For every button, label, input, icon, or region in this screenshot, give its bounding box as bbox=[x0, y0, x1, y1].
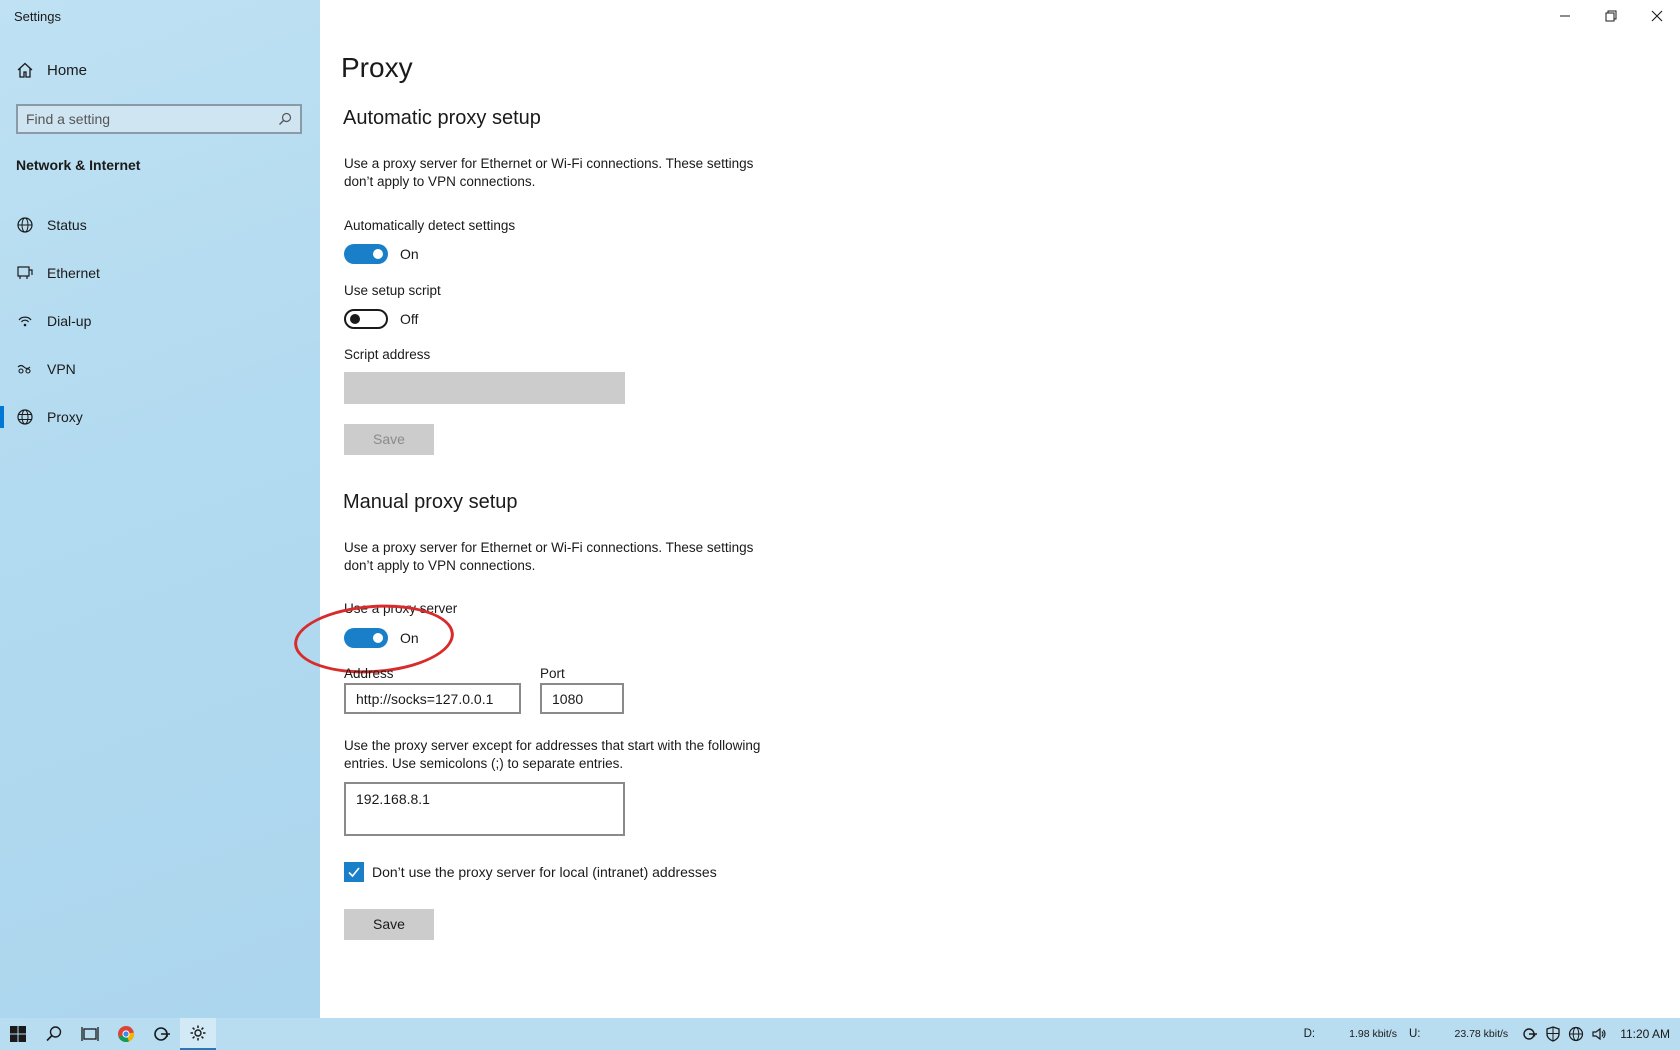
taskbar-search-button[interactable] bbox=[36, 1018, 72, 1050]
restore-button[interactable] bbox=[1588, 0, 1634, 32]
main-content: Proxy Automatic proxy setup Use a proxy … bbox=[291, 0, 1680, 1018]
restore-icon bbox=[1605, 10, 1617, 22]
download-speed: 1.98 kbit/s bbox=[1349, 1028, 1397, 1040]
local-addresses-checkbox-row[interactable]: Don’t use the proxy server for local (in… bbox=[344, 862, 717, 882]
setup-script-label: Use setup script bbox=[344, 283, 441, 298]
globe-status-icon bbox=[17, 217, 33, 233]
window-controls bbox=[1542, 0, 1680, 32]
sidebar: Settings Home Network & Internet Status … bbox=[0, 0, 320, 1018]
vpn-client-taskbar-button[interactable] bbox=[144, 1018, 180, 1050]
auto-setup-heading: Automatic proxy setup bbox=[343, 107, 541, 129]
network-globe-icon bbox=[1569, 1026, 1584, 1042]
local-addresses-label: Don’t use the proxy server for local (in… bbox=[372, 864, 717, 880]
sidebar-item-label: Status bbox=[47, 217, 87, 233]
task-view-icon bbox=[81, 1027, 99, 1041]
search-icon bbox=[279, 112, 292, 125]
sidebar-item-proxy[interactable]: Proxy bbox=[0, 398, 300, 436]
script-address-label: Script address bbox=[344, 347, 431, 362]
search-box[interactable] bbox=[16, 104, 302, 134]
clock[interactable]: 11:20 AM bbox=[1620, 1027, 1670, 1041]
ethernet-icon bbox=[17, 266, 33, 279]
toggle-state: On bbox=[400, 630, 419, 646]
download-label: D: bbox=[1303, 1028, 1316, 1040]
app-title: Settings bbox=[14, 9, 61, 24]
tray-vpn-button[interactable] bbox=[1522, 1026, 1538, 1042]
port-input[interactable] bbox=[540, 683, 624, 714]
close-icon bbox=[1651, 10, 1663, 22]
sidebar-item-label: VPN bbox=[47, 361, 76, 377]
vpn-client-icon bbox=[1523, 1028, 1538, 1040]
sidebar-item-ethernet[interactable]: Ethernet bbox=[0, 254, 300, 292]
upload-speed: 23.78 kbit/s bbox=[1454, 1028, 1509, 1040]
manual-setup-heading: Manual proxy setup bbox=[343, 491, 518, 513]
windows-start-icon bbox=[10, 1026, 26, 1042]
home-link[interactable]: Home bbox=[16, 61, 87, 79]
checkmark-icon bbox=[348, 867, 360, 878]
address-label: Address bbox=[344, 666, 394, 681]
local-addresses-checkbox[interactable] bbox=[344, 862, 364, 882]
port-label: Port bbox=[540, 666, 565, 681]
auto-setup-description: Use a proxy server for Ethernet or Wi-Fi… bbox=[344, 156, 754, 189]
tray-volume-button[interactable] bbox=[1591, 1026, 1607, 1042]
taskbar: D: 1.98 kbit/s U: 23.78 kbit/s 11:20 AM bbox=[0, 1018, 1680, 1050]
auto-detect-label: Automatically detect settings bbox=[344, 218, 516, 233]
sidebar-item-vpn[interactable]: VPN bbox=[0, 350, 300, 388]
vpn-client-icon bbox=[154, 1027, 170, 1041]
sidebar-item-status[interactable]: Status bbox=[0, 206, 300, 244]
home-label: Home bbox=[47, 61, 88, 79]
address-input[interactable] bbox=[344, 683, 521, 714]
sidebar-item-label: Proxy bbox=[47, 409, 83, 425]
section-title: Network & Internet bbox=[16, 157, 141, 173]
manual-save-button[interactable]: Save bbox=[344, 909, 434, 940]
toggle-switch[interactable] bbox=[344, 309, 388, 329]
system-tray: D: 1.98 kbit/s U: 23.78 kbit/s 11:20 AM bbox=[1304, 1018, 1670, 1050]
globe-icon bbox=[17, 409, 33, 425]
toggle-state: On bbox=[400, 246, 419, 262]
setup-script-toggle[interactable]: Off bbox=[344, 309, 418, 329]
shield-icon bbox=[1546, 1026, 1560, 1042]
task-view-button[interactable] bbox=[72, 1018, 108, 1050]
sidebar-item-label: Ethernet bbox=[47, 265, 100, 281]
search-input[interactable] bbox=[26, 111, 278, 127]
settings-taskbar-button[interactable] bbox=[180, 1018, 216, 1050]
auto-save-button[interactable]: Save bbox=[344, 424, 434, 455]
script-address-input[interactable] bbox=[344, 372, 625, 404]
vpn-icon bbox=[17, 364, 31, 374]
exceptions-description: Use the proxy server except for addresse… bbox=[344, 738, 761, 771]
page-title: Proxy bbox=[341, 52, 413, 83]
chrome-taskbar-button[interactable] bbox=[108, 1018, 144, 1050]
tray-security-button[interactable] bbox=[1545, 1026, 1561, 1042]
exceptions-textarea[interactable]: 192.168.8.1 bbox=[344, 782, 625, 836]
minimize-button[interactable] bbox=[1542, 0, 1588, 32]
toggle-state: Off bbox=[400, 311, 419, 327]
dial-up-icon bbox=[18, 316, 32, 327]
start-button[interactable] bbox=[0, 1018, 36, 1050]
settings-gear-icon bbox=[190, 1025, 206, 1041]
minimize-icon bbox=[1560, 15, 1570, 17]
auto-detect-toggle[interactable]: On bbox=[344, 244, 419, 264]
close-button[interactable] bbox=[1634, 0, 1680, 32]
manual-setup-description: Use a proxy server for Ethernet or Wi-Fi… bbox=[344, 540, 754, 573]
use-proxy-toggle[interactable]: On bbox=[344, 628, 419, 648]
home-icon bbox=[17, 62, 33, 78]
use-proxy-label: Use a proxy server bbox=[344, 601, 458, 616]
toggle-switch[interactable] bbox=[344, 244, 388, 264]
chrome-icon bbox=[118, 1026, 135, 1043]
upload-label: U: bbox=[1408, 1028, 1421, 1040]
toggle-switch[interactable] bbox=[344, 628, 388, 648]
sidebar-item-dial-up[interactable]: Dial-up bbox=[0, 302, 300, 340]
speaker-icon bbox=[1592, 1027, 1606, 1041]
search-icon bbox=[46, 1026, 62, 1042]
tray-network-button[interactable] bbox=[1568, 1026, 1584, 1042]
sidebar-item-label: Dial-up bbox=[47, 313, 92, 329]
